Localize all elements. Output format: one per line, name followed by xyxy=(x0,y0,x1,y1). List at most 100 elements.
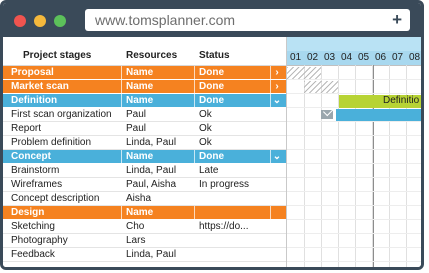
day-number: 08 xyxy=(408,52,421,63)
task-row[interactable]: Brainstorm Linda, Paul Late xyxy=(3,164,286,178)
day-number: 03 xyxy=(323,52,336,63)
status-cell[interactable]: Done xyxy=(199,151,224,162)
resource-cell[interactable]: Aisha xyxy=(126,193,151,204)
cell-separator xyxy=(194,66,195,79)
column-header-resources: Resources xyxy=(126,50,178,61)
status-cell[interactable]: Done xyxy=(199,81,224,92)
gantt-row[interactable] xyxy=(287,66,421,80)
status-cell[interactable]: Late xyxy=(199,165,218,176)
stage-name[interactable]: Design xyxy=(11,207,44,218)
gantt-row[interactable] xyxy=(287,178,421,192)
column-header-status: Status xyxy=(199,50,230,61)
task-row[interactable]: Report Paul Ok xyxy=(3,122,286,136)
task-bar[interactable] xyxy=(336,109,421,121)
stage-group-row[interactable]: Market scan Name Done › xyxy=(3,80,286,94)
gantt-rows: Definitio xyxy=(287,66,421,262)
table-header: Project stages Resources Status xyxy=(3,37,286,66)
minimize-window-icon[interactable] xyxy=(34,15,46,27)
gantt-row[interactable] xyxy=(287,220,421,234)
stage-name[interactable]: Wireframes xyxy=(11,179,62,190)
day-number: 05 xyxy=(357,52,370,63)
stage-name[interactable]: Brainstorm xyxy=(11,165,59,176)
new-tab-plus-icon[interactable]: + xyxy=(392,10,402,30)
status-cell[interactable]: Ok xyxy=(199,137,212,148)
status-cell[interactable]: In progress xyxy=(199,179,249,190)
mail-icon[interactable] xyxy=(321,110,333,119)
completed-hatch xyxy=(304,67,321,79)
resource-cell[interactable]: Paul, Aisha xyxy=(126,179,176,190)
status-cell[interactable]: https://do... xyxy=(199,221,248,232)
stage-group-row[interactable]: Concept Name Done ⌄ xyxy=(3,150,286,164)
resource-cell[interactable]: Paul xyxy=(126,109,146,120)
gantt-row[interactable] xyxy=(287,80,421,94)
gantt-row[interactable] xyxy=(287,234,421,248)
close-window-icon[interactable] xyxy=(14,15,26,27)
gantt-row[interactable] xyxy=(287,248,421,262)
status-cell[interactable]: Done xyxy=(199,95,224,106)
gantt-row[interactable] xyxy=(287,192,421,206)
task-row[interactable]: Concept description Aisha xyxy=(3,192,286,206)
stage-group-row[interactable]: Design Name xyxy=(3,206,286,220)
day-number: 04 xyxy=(340,52,353,63)
stage-name[interactable]: Report xyxy=(11,123,41,134)
stage-name[interactable]: Market scan xyxy=(11,81,69,92)
resource-cell[interactable]: Name xyxy=(126,207,153,218)
status-cell[interactable]: Ok xyxy=(199,109,212,120)
stage-name[interactable]: Problem definition xyxy=(11,137,91,148)
day-number: 02 xyxy=(306,52,319,63)
gantt-row[interactable] xyxy=(287,108,421,122)
cell-separator xyxy=(121,206,122,219)
url-text[interactable]: www.tomsplanner.com xyxy=(95,12,235,28)
collapse-chevron-icon[interactable] xyxy=(270,206,284,219)
resource-cell[interactable]: Linda, Paul xyxy=(126,249,176,260)
gantt-row[interactable]: Definitio xyxy=(287,94,421,108)
gantt-row[interactable] xyxy=(287,206,421,220)
cell-separator xyxy=(194,206,195,219)
cell-separator xyxy=(121,94,122,107)
resource-cell[interactable]: Paul xyxy=(126,123,146,134)
task-row[interactable]: Sketching Cho https://do... xyxy=(3,220,286,234)
stage-name[interactable]: Concept xyxy=(11,151,51,162)
definition-bar[interactable]: Definitio xyxy=(339,95,421,108)
resource-cell[interactable]: Cho xyxy=(126,221,144,232)
maximize-window-icon[interactable] xyxy=(54,15,66,27)
resource-cell[interactable]: Lars xyxy=(126,235,145,246)
task-row[interactable]: Problem definition Linda, Paul Ok xyxy=(3,136,286,150)
planner-content: Project stages Resources Status Proposal… xyxy=(3,37,421,267)
stage-name[interactable]: Proposal xyxy=(11,67,54,78)
stage-group-row[interactable]: Proposal Name Done › xyxy=(3,66,286,80)
status-cell[interactable]: Done xyxy=(199,67,224,78)
gantt-row[interactable] xyxy=(287,136,421,150)
column-header-stages: Project stages xyxy=(23,50,92,61)
cell-separator xyxy=(194,150,195,163)
gantt-row[interactable] xyxy=(287,150,421,164)
resource-cell[interactable]: Linda, Paul xyxy=(126,137,176,148)
address-bar[interactable]: www.tomsplanner.com + xyxy=(85,9,410,31)
resource-cell[interactable]: Name xyxy=(126,95,153,106)
expand-chevron-icon[interactable]: › xyxy=(270,80,284,93)
stage-name[interactable]: First scan organization xyxy=(11,109,112,120)
resource-cell[interactable]: Name xyxy=(126,81,153,92)
task-row[interactable]: First scan organization Paul Ok xyxy=(3,108,286,122)
collapse-chevron-icon[interactable]: ⌄ xyxy=(270,150,284,163)
status-cell[interactable]: Ok xyxy=(199,123,212,134)
expand-chevron-icon[interactable]: › xyxy=(270,66,284,79)
task-row[interactable]: Feedback Linda, Paul xyxy=(3,248,286,262)
collapse-chevron-icon[interactable]: ⌄ xyxy=(270,94,284,107)
stage-name[interactable]: Feedback xyxy=(11,249,55,260)
task-row[interactable]: Photography Lars xyxy=(3,234,286,248)
completed-hatch xyxy=(287,67,304,79)
cell-separator xyxy=(194,94,195,107)
gantt-row[interactable] xyxy=(287,122,421,136)
resource-cell[interactable]: Linda, Paul xyxy=(126,165,176,176)
browser-window: www.tomsplanner.com + Project stages Res… xyxy=(0,0,424,270)
resource-cell[interactable]: Name xyxy=(126,67,153,78)
stage-name[interactable]: Photography xyxy=(11,235,68,246)
stage-group-row[interactable]: Definition Name Done ⌄ xyxy=(3,94,286,108)
resource-cell[interactable]: Name xyxy=(126,151,153,162)
task-row[interactable]: Wireframes Paul, Aisha In progress xyxy=(3,178,286,192)
stage-name[interactable]: Concept description xyxy=(11,193,99,204)
stage-name[interactable]: Sketching xyxy=(11,221,55,232)
gantt-row[interactable] xyxy=(287,164,421,178)
stage-name[interactable]: Definition xyxy=(11,95,57,106)
